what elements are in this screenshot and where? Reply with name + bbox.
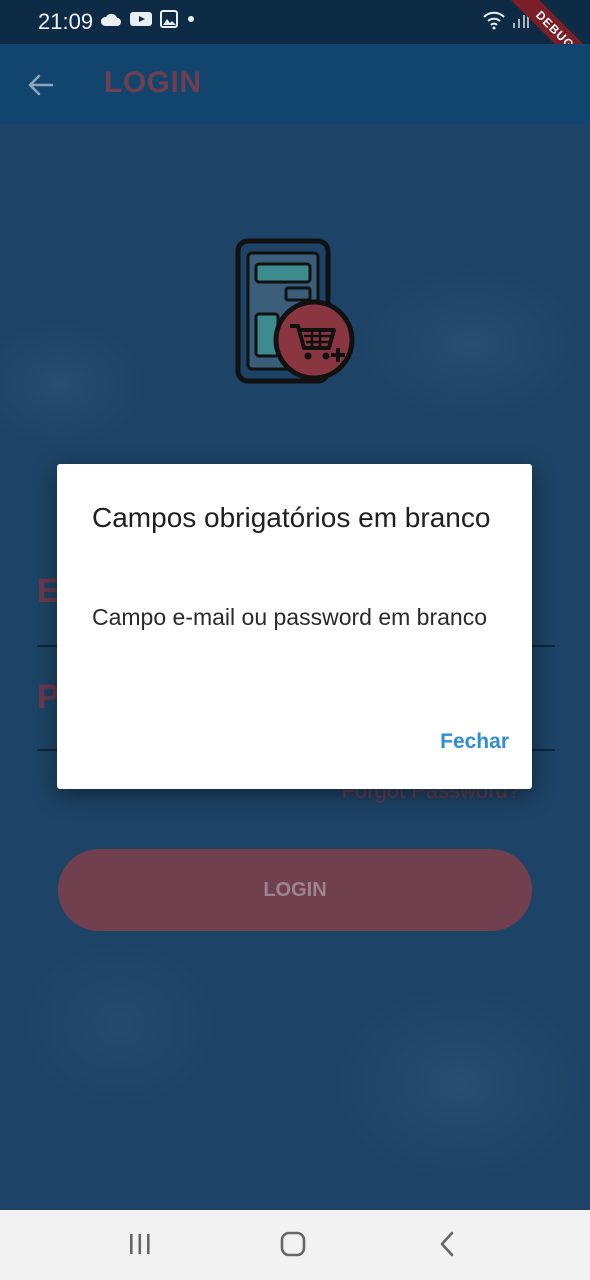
status-bar: 21:09 DEBUG <box>0 0 590 84</box>
image-icon <box>160 10 178 28</box>
page-title: LOGIN <box>104 66 202 99</box>
cloud-icon <box>100 13 121 26</box>
status-icons-right <box>482 10 530 30</box>
app-bar: LOGIN <box>0 44 590 124</box>
home-icon[interactable] <box>280 1231 306 1257</box>
arrow-left-icon[interactable] <box>26 70 56 100</box>
status-time: 21:09 <box>38 9 94 34</box>
back-icon[interactable] <box>438 1231 456 1257</box>
system-nav-bar <box>0 1210 590 1280</box>
wifi-icon <box>483 11 505 30</box>
status-icons-left <box>100 10 196 28</box>
login-button[interactable]: LOGIN <box>58 849 532 931</box>
youtube-icon <box>130 12 152 26</box>
dot-icon <box>188 16 194 22</box>
dialog-message: Campo e-mail ou password em branco <box>92 604 488 630</box>
shopping-app-logo-icon <box>235 238 355 384</box>
dialog-title: Campos obrigatórios em branco <box>92 502 491 533</box>
close-dialog-button[interactable]: Fechar <box>440 730 509 754</box>
alert-dialog: Campos obrigatórios em branco Campo e-ma… <box>57 464 532 789</box>
recent-apps-icon[interactable] <box>128 1233 152 1255</box>
